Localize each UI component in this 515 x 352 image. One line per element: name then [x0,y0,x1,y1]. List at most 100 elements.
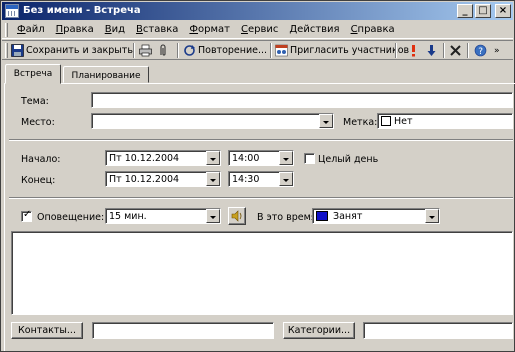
toolbar-separator [270,43,272,58]
repeat-label: Повторение... [198,45,268,56]
categories-input[interactable] [363,322,513,339]
all-day-checkbox[interactable] [304,153,315,164]
menu-bar: Файл Правка Вид Вставка Формат Сервис Действия… [2,21,513,39]
menu-item-1[interactable]: Правка [51,24,100,35]
menu-accelerator: Д [289,24,298,35]
divider [9,139,513,141]
toolbar-separator [177,43,179,58]
categories-button[interactable]: Категории... [283,322,355,339]
menu-item-2[interactable]: Вид [100,24,131,35]
menu-label-rest: правка [357,24,395,35]
attach-button[interactable] [157,43,172,58]
menu-accelerator: Ф [17,24,26,35]
menu-item-0[interactable]: Файл [12,24,51,35]
menu-label-rest: равка [63,24,94,35]
menu-label-rest: ставка [142,24,179,35]
invite-attendees-button[interactable]: Пригласить участников [275,43,409,58]
toolbar: Сохранить и закрыть Повторение... Пригла… [2,40,513,60]
printer-icon [139,44,152,57]
notes-textarea[interactable] [11,231,513,315]
start-date-input[interactable]: Пт 10.12.2004 [105,150,221,166]
exclamation-icon [407,44,420,57]
save-close-label: Сохранить и закрыть [26,45,133,56]
save-close-button[interactable]: Сохранить и закрыть [11,43,133,58]
delete-button[interactable] [449,43,464,58]
toolbar-separator [443,43,445,58]
attendees-icon [275,44,288,57]
maximize-button[interactable]: □ [475,4,491,18]
menu-label-rest: ервис [247,24,279,35]
reminder-checkbox[interactable] [21,209,32,222]
menu-item-6[interactable]: Действия [284,24,345,35]
menu-item-3[interactable]: Вставка [131,24,184,35]
menu-label-rest: ействия [297,24,340,35]
subject-label: Тема: [21,96,49,107]
paperclip-icon [157,44,170,57]
start-time-dropdown-button[interactable] [279,151,293,165]
reminder-select[interactable]: 15 мин. [105,208,221,224]
menu-accelerator: С [350,24,358,35]
reminder-dropdown-button[interactable] [206,209,220,223]
tag-color-swatch [381,116,391,126]
menu-accelerator: С [240,24,248,35]
show-as-label: В это время: [257,212,320,223]
show-as-value: Занят [333,211,363,222]
subject-input[interactable] [91,92,513,108]
toolbar-grip[interactable] [5,43,8,58]
high-importance-button[interactable] [407,43,422,58]
window-title: Без имени - Встреча [23,5,141,16]
menu-accelerator: В [104,24,112,35]
tag-value: Нет [394,116,413,127]
invite-label: Пригласить участников [290,45,410,56]
appointment-icon [5,4,19,18]
menu-item-7[interactable]: Справка [346,24,401,35]
close-button[interactable]: × [495,4,511,18]
busy-color-swatch [316,211,328,221]
help-button[interactable]: ? [474,43,489,58]
speaker-icon [231,210,243,225]
end-label: Конец: [21,175,56,186]
divider [9,197,513,199]
print-button[interactable] [139,43,154,58]
tab-scheduling-label: Планирование [71,71,141,81]
end-date-dropdown-button[interactable] [206,172,220,186]
reminder-sound-button[interactable] [228,207,246,225]
menu-accelerator: В [136,24,143,35]
tag-field[interactable]: Нет [377,113,513,129]
minimize-button[interactable]: _ [457,4,473,18]
tab-scheduling[interactable]: Планирование [63,66,149,83]
menu-grip[interactable] [5,23,8,37]
toolbar-separator [133,43,135,58]
menu-label-rest: ормат [198,24,230,35]
low-importance-button[interactable] [425,43,440,58]
recurrence-icon [183,44,196,57]
show-as-select[interactable]: Занят [312,208,440,224]
location-label: Место: [21,117,55,128]
repeat-button[interactable]: Повторение... [183,43,267,58]
start-date-dropdown-button[interactable] [206,151,220,165]
all-day-label: Целый день [318,154,379,165]
down-arrow-icon [425,44,438,57]
toolbar-overflow-chevron[interactable]: » [494,43,500,58]
toolbar-separator [467,43,469,58]
menu-label-rest: ид [111,24,126,35]
end-date-input[interactable]: Пт 10.12.2004 [105,171,221,187]
show-as-dropdown-button[interactable] [425,209,439,223]
end-time-dropdown-button[interactable] [279,172,293,186]
menu-item-4[interactable]: Формат [184,24,236,35]
location-dropdown-button[interactable] [319,114,333,128]
tag-label: Метка: [343,117,378,128]
menu-item-5[interactable]: Сервис [236,24,284,35]
contacts-input[interactable] [92,322,274,339]
location-input[interactable] [91,113,334,129]
help-icon: ? [474,44,487,57]
title-bar[interactable]: Без имени - Встреча _ □ × [2,2,513,20]
reminder-label: Оповещение: [37,212,105,223]
start-label: Начало: [21,154,61,165]
floppy-icon [11,44,24,57]
tab-appointment[interactable]: Встреча [5,64,61,84]
menu-label-rest: айл [25,24,45,35]
toolbar-separator [395,43,397,58]
contacts-button[interactable]: Контакты... [11,322,83,339]
svg-text:?: ? [478,47,483,57]
